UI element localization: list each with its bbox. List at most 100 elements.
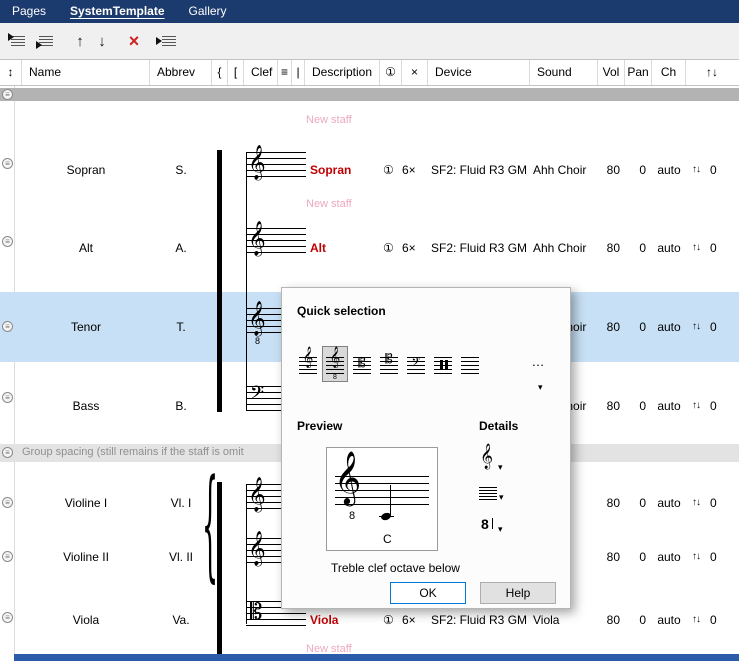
more-clefs-button[interactable]: … xyxy=(528,355,548,372)
channel-value[interactable]: auto xyxy=(652,398,686,414)
new-staff-hint[interactable]: New staff xyxy=(306,114,352,126)
sound-value[interactable]: Viola xyxy=(533,612,559,628)
staff-handle-icon[interactable]: ≡ xyxy=(2,392,13,403)
sound-value[interactable]: Ahh Choir xyxy=(533,162,586,178)
chevron-down-icon[interactable]: ▾ xyxy=(498,462,503,473)
channel-value[interactable]: auto xyxy=(652,319,686,335)
staff-name[interactable]: Tenor xyxy=(22,319,150,335)
pan-value[interactable]: 0 xyxy=(625,398,646,414)
column-name[interactable]: Name xyxy=(22,60,150,85)
help-button[interactable]: Help xyxy=(480,582,556,604)
tab-systemtemplate[interactable]: SystemTemplate xyxy=(58,0,176,23)
column-device[interactable]: Device xyxy=(428,60,530,85)
clef-option-percussion[interactable] xyxy=(430,346,456,382)
info-icon[interactable]: ① xyxy=(383,162,394,178)
device-value[interactable]: SF2: Fluid R3 GM xyxy=(431,240,527,256)
column-brace[interactable]: { xyxy=(212,60,228,85)
column-vol[interactable]: Vol xyxy=(598,60,625,85)
info-icon[interactable]: ① xyxy=(383,612,394,628)
staff-name[interactable]: Violine I xyxy=(22,495,150,511)
vol-value[interactable]: 80 xyxy=(598,495,620,511)
channel-value[interactable]: auto xyxy=(652,162,686,178)
clef-type-dropdown[interactable]: 𝄞 xyxy=(480,446,493,468)
chevron-down-icon[interactable]: ▾ xyxy=(499,492,504,503)
column-info-icon[interactable]: ① xyxy=(380,60,402,85)
staff-description[interactable]: Alt xyxy=(310,240,326,256)
staff-handle-icon[interactable]: ≡ xyxy=(2,551,13,562)
satb-bracket[interactable] xyxy=(217,150,222,412)
column-barline[interactable]: | xyxy=(292,60,305,85)
transpose-value[interactable]: 0 xyxy=(710,398,717,414)
tab-gallery[interactable]: Gallery xyxy=(177,0,239,23)
column-transpose-icon[interactable]: ↑↓ xyxy=(686,60,738,85)
pan-value[interactable]: 0 xyxy=(625,162,646,178)
channel-value[interactable]: auto xyxy=(652,495,686,511)
clef-option-alto[interactable]: 𝄡 xyxy=(349,346,375,382)
clef-option-treble-8[interactable]: 𝄞 8 xyxy=(322,346,348,382)
channel-value[interactable]: auto xyxy=(652,549,686,565)
chevron-down-icon[interactable]: ▾ xyxy=(498,524,503,535)
transpose-value[interactable]: 0 xyxy=(710,612,717,628)
edit-staff-button[interactable] xyxy=(156,31,176,51)
info-icon[interactable]: ① xyxy=(383,240,394,256)
column-description[interactable]: Description xyxy=(305,60,380,85)
staff-handle-icon[interactable]: ≡ xyxy=(2,158,13,169)
staff-name[interactable]: Viola xyxy=(22,612,150,628)
staff-description[interactable]: Sopran xyxy=(310,162,351,178)
delete-staff-button[interactable]: × xyxy=(124,31,144,51)
move-staff-down-button[interactable]: ↓ xyxy=(92,31,112,51)
staff-count[interactable]: 6× xyxy=(402,162,416,178)
insert-staff-before-button[interactable] xyxy=(8,31,28,51)
pan-value[interactable]: 0 xyxy=(625,319,646,335)
column-staff-lines-icon[interactable]: ≡ xyxy=(278,60,292,85)
staff-count[interactable]: 6× xyxy=(402,240,416,256)
channel-value[interactable]: auto xyxy=(652,612,686,628)
staff-lines-dropdown[interactable] xyxy=(479,487,497,500)
staff-abbrev[interactable]: A. xyxy=(150,240,212,256)
vol-value[interactable]: 80 xyxy=(598,398,620,414)
vol-value[interactable]: 80 xyxy=(598,162,620,178)
pan-value[interactable]: 0 xyxy=(625,240,646,256)
transpose-value[interactable]: 0 xyxy=(710,240,717,256)
tab-pages[interactable]: Pages xyxy=(0,0,58,23)
staff-abbrev[interactable]: S. xyxy=(150,162,212,178)
clef-option-treble[interactable]: 𝄞 xyxy=(295,346,321,382)
row-height-icon[interactable]: ↕ xyxy=(0,60,22,85)
pan-value[interactable]: 0 xyxy=(625,612,646,628)
device-value[interactable]: SF2: Fluid R3 GM xyxy=(431,162,527,178)
staff-name[interactable]: Bass xyxy=(22,398,150,414)
vol-value[interactable]: 80 xyxy=(598,240,620,256)
transpose-value[interactable]: 0 xyxy=(710,319,717,335)
column-bracket[interactable]: [ xyxy=(228,60,244,85)
staff-description[interactable]: Viola xyxy=(310,612,338,628)
group-separator-band[interactable] xyxy=(0,88,739,101)
clef-option-tenor[interactable]: 𝄡 xyxy=(376,346,402,382)
column-clef[interactable]: Clef xyxy=(244,60,278,85)
clef-option-none[interactable] xyxy=(457,346,483,382)
staff-handle-icon[interactable]: ≡ xyxy=(2,612,13,623)
column-ch[interactable]: Ch xyxy=(652,60,686,85)
staff-name[interactable]: Sopran xyxy=(22,162,150,178)
column-times[interactable]: × xyxy=(402,60,428,85)
channel-value[interactable]: auto xyxy=(652,240,686,256)
move-staff-up-button[interactable]: ↑ xyxy=(70,31,90,51)
column-sound[interactable]: Sound xyxy=(530,60,598,85)
group-handle-icon[interactable]: ≡ xyxy=(2,89,13,100)
staff-abbrev[interactable]: Vl. II xyxy=(150,549,212,565)
staff-abbrev[interactable]: B. xyxy=(150,398,212,414)
vol-value[interactable]: 80 xyxy=(598,319,620,335)
new-staff-hint[interactable]: New staff xyxy=(306,198,352,210)
vol-value[interactable]: 80 xyxy=(598,612,620,628)
insert-staff-after-button[interactable] xyxy=(36,31,56,51)
staff-name[interactable]: Alt xyxy=(22,240,150,256)
ok-button[interactable]: OK xyxy=(390,582,466,604)
transpose-value[interactable]: 0 xyxy=(710,495,717,511)
staff-name[interactable]: Violine II xyxy=(22,549,150,565)
staff-count[interactable]: 6× xyxy=(402,612,416,628)
pan-value[interactable]: 0 xyxy=(625,495,646,511)
staff-handle-icon[interactable]: ≡ xyxy=(2,497,13,508)
vol-value[interactable]: 80 xyxy=(598,549,620,565)
octave-dropdown[interactable]: 8 xyxy=(481,516,489,532)
staff-abbrev[interactable]: Va. xyxy=(150,612,212,628)
group-handle-icon[interactable]: ≡ xyxy=(2,447,13,458)
